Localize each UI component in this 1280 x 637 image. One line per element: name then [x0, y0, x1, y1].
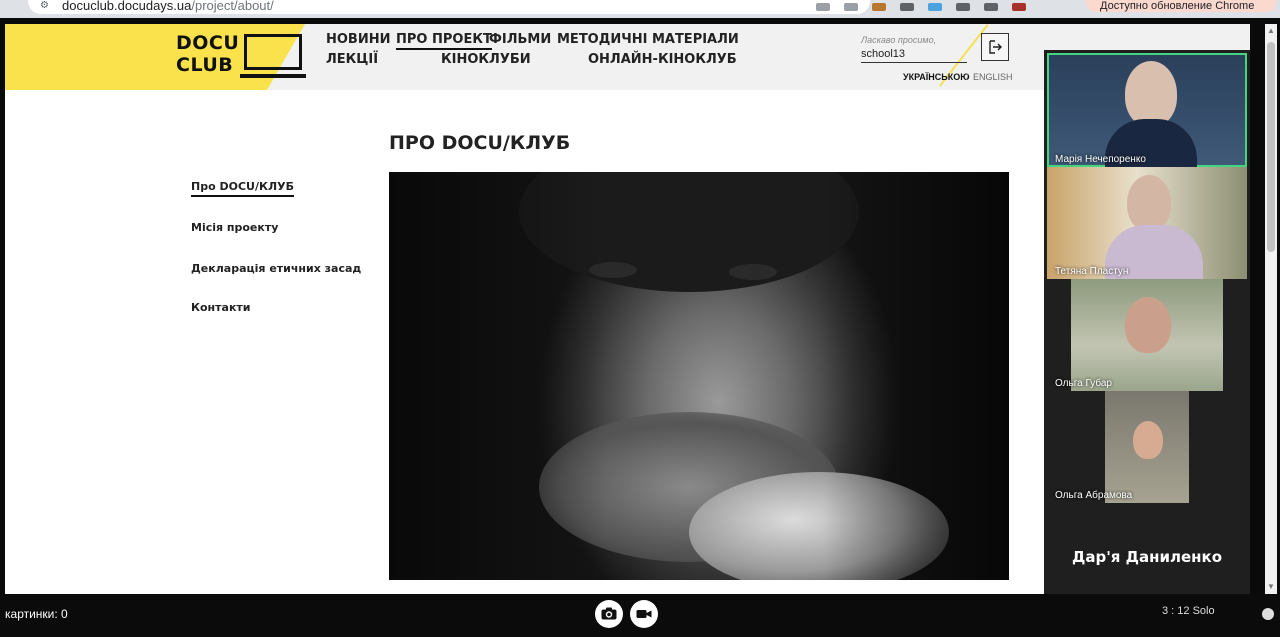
- chrome-update-button[interactable]: Доступно обновление Chrome: [1086, 0, 1276, 12]
- sidenav-ethics[interactable]: Декларація етичних засад: [191, 262, 361, 275]
- nav-methods[interactable]: МЕТОДИЧНІ МАТЕРІАЛИ: [557, 32, 739, 47]
- scroll-thumb[interactable]: [1267, 42, 1275, 252]
- logo-line-2: CLUB: [176, 54, 234, 76]
- sidenav-about[interactable]: Про DOCU/КЛУБ: [191, 180, 294, 197]
- participant-tile[interactable]: Ольга Абрамова: [1047, 391, 1247, 503]
- browser-actions: [816, 0, 1026, 14]
- participant-video: [1125, 61, 1177, 127]
- scroll-down-icon[interactable]: ▼: [1267, 582, 1275, 591]
- url-text: docuclub.docudays.ua/project/about/: [62, 0, 274, 13]
- address-bar[interactable]: ⚙ docuclub.docudays.ua/project/about/: [28, 0, 870, 14]
- screenshot-button[interactable]: [595, 600, 623, 628]
- lang-separator: /: [966, 72, 969, 82]
- nav-news[interactable]: НОВИНИ: [326, 32, 390, 47]
- bottom-toolbar: картинки: 0 3 : 12 Solo: [0, 594, 1280, 637]
- profile-avatar[interactable]: [1012, 3, 1026, 11]
- participant-face: [1133, 421, 1163, 459]
- screenshot-root: ⚙ docuclub.docudays.ua/project/about/ До…: [0, 0, 1280, 637]
- extension-icon[interactable]: [872, 3, 886, 11]
- extension-icon[interactable]: [900, 3, 914, 11]
- monitor-base-icon: [240, 74, 306, 78]
- participant-video: [1127, 175, 1171, 231]
- participant-tile[interactable]: Тетяна Пластун: [1047, 167, 1247, 279]
- portrait-photo: [389, 172, 1009, 580]
- username: school13: [861, 48, 967, 63]
- camera-icon: [601, 607, 617, 620]
- logout-button[interactable]: [981, 33, 1009, 61]
- participant-face: [1125, 297, 1171, 353]
- pictures-counter: картинки: 0: [5, 607, 68, 621]
- participant-name: Марія Нечепоренко: [1055, 154, 1146, 165]
- nav-lectures[interactable]: ЛЕКЦІЇ: [326, 52, 378, 67]
- nav-online-club[interactable]: ОНЛАЙН-КІНОКЛУБ: [588, 52, 737, 67]
- site-info-icon[interactable]: ⚙: [40, 0, 49, 11]
- participant-name: Ольга Губар: [1055, 378, 1112, 389]
- participant-tile[interactable]: Ольга Губар: [1047, 279, 1247, 391]
- participant-no-video-name: Дар'я Даниленко: [1071, 548, 1223, 566]
- extension-icon[interactable]: [956, 3, 970, 11]
- extension-icon[interactable]: [928, 3, 942, 11]
- key-icon[interactable]: [816, 3, 830, 11]
- video-camera-icon: [636, 610, 652, 618]
- browser-toolbar: ⚙ docuclub.docudays.ua/project/about/ До…: [0, 0, 1280, 18]
- info-icon[interactable]: [1262, 608, 1274, 620]
- participant-name: Тетяна Пластун: [1055, 266, 1129, 277]
- sidenav-mission[interactable]: Місія проекту: [191, 221, 278, 234]
- participants-panel: Марія Нечепоренко Тетяна Пластун Ольга Г…: [1044, 50, 1250, 616]
- side-panel-icon[interactable]: [984, 3, 998, 11]
- scrollbar[interactable]: ▲ ▼: [1265, 24, 1277, 594]
- scroll-up-icon[interactable]: ▲: [1267, 26, 1275, 35]
- session-time: 3 : 12 Solo: [1162, 605, 1215, 617]
- logo-line-1: DOCU: [176, 32, 240, 54]
- participant-name: Ольга Абрамова: [1055, 490, 1133, 501]
- page-title: ПРО DOCU/КЛУБ: [389, 132, 571, 154]
- star-icon[interactable]: [844, 3, 858, 11]
- nav-clubs[interactable]: КІНОКЛУБИ: [441, 52, 531, 67]
- welcome-text: Ласкаво просимо,: [861, 35, 937, 45]
- docuclub-logo[interactable]: DOCU CLUB: [176, 32, 306, 78]
- portrait-shading: [389, 172, 1009, 580]
- nav-project[interactable]: ПРО ПРОЕКТ: [396, 32, 492, 50]
- lang-ukrainian[interactable]: УКРАЇНСЬКОЮ: [903, 72, 970, 82]
- nav-films[interactable]: ФІЛЬМИ: [489, 32, 551, 47]
- participant-tile[interactable]: Марія Нечепоренко: [1047, 53, 1247, 167]
- logout-icon: [989, 40, 1002, 54]
- sidenav-contacts[interactable]: Контакти: [191, 301, 251, 314]
- lang-english[interactable]: ENGLISH: [973, 72, 1013, 82]
- monitor-icon: [244, 34, 302, 70]
- record-button[interactable]: [630, 600, 658, 628]
